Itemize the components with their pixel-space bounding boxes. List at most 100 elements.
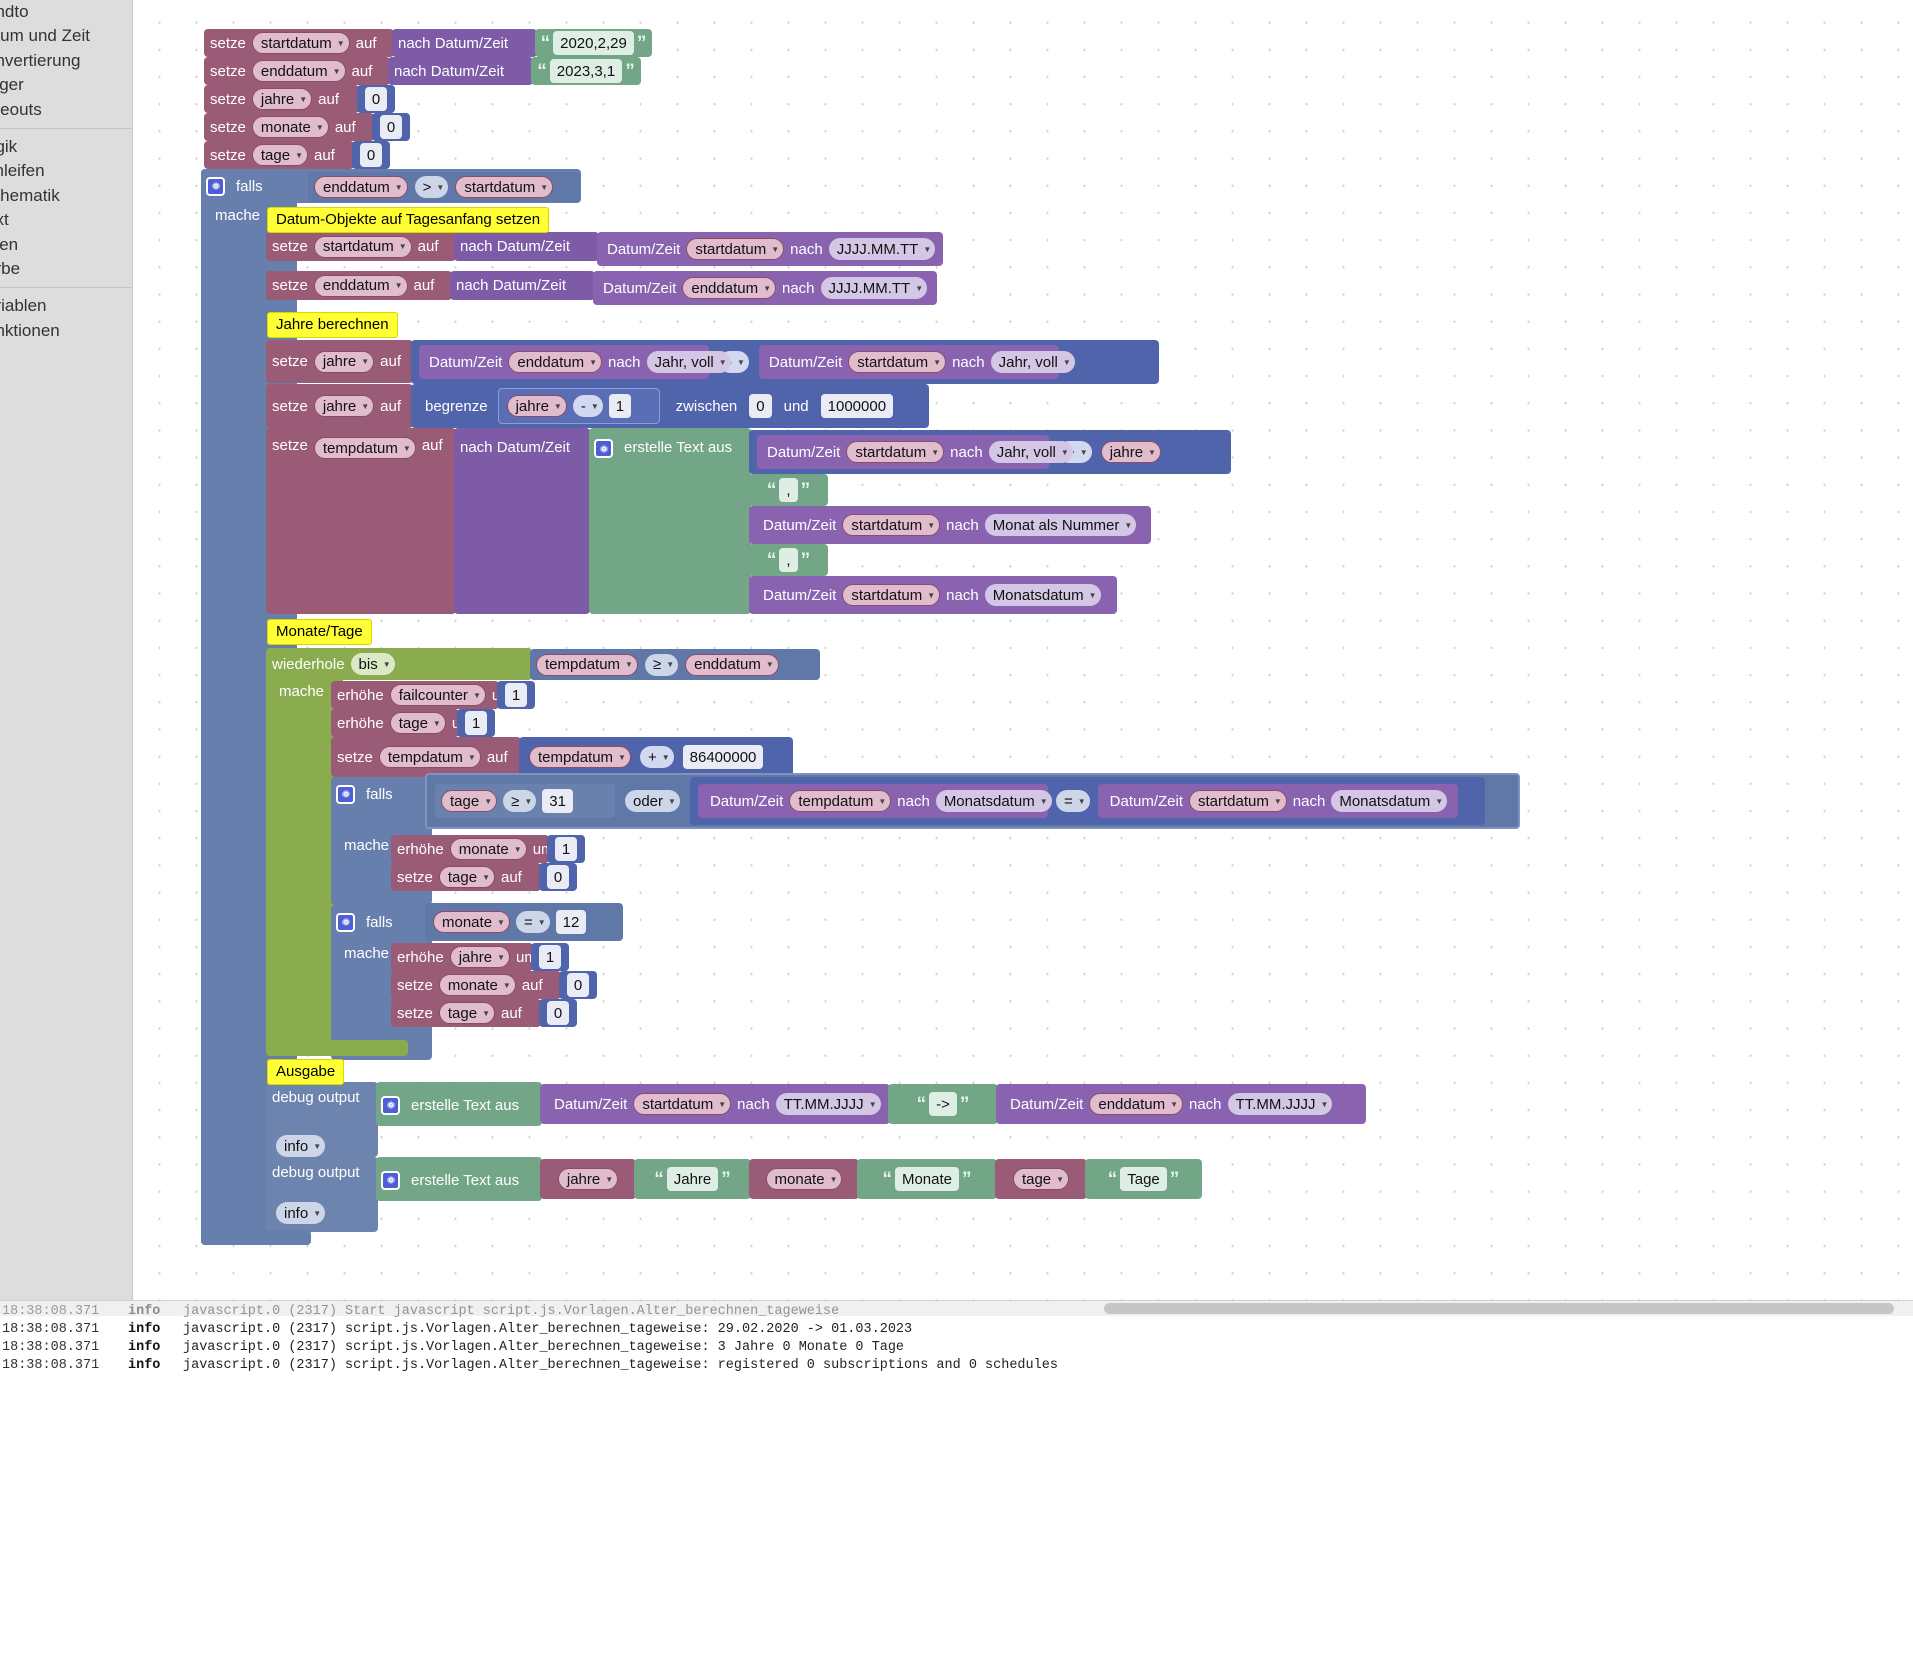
toolbox-item-mathematik[interactable]: athematik [0,184,132,208]
comma-literal[interactable]: , [779,548,798,572]
variable-dropdown-tempdatum[interactable]: tempdatum ▼ [529,746,631,768]
toolbox-item-sendto[interactable]: endto [0,0,132,24]
variable-dropdown-jahre[interactable]: jahre ▼ [313,395,375,417]
variable-dropdown-startdatum[interactable]: startdatum ▼ [633,1093,732,1115]
block-compare-temp-end[interactable]: tempdatum ▼ ≥ ▼ enddatum ▼ [530,649,820,680]
gear-icon[interactable] [594,439,613,458]
clamp-min-value[interactable]: 0 [749,394,772,418]
toolbox-item-konvertierung[interactable]: onvertierung [0,49,132,73]
variable-dropdown-tempdatum[interactable]: tempdatum ▼ [789,790,892,812]
block-increment-jahre[interactable]: erhöhe jahre ▼ um [391,943,537,971]
block-text-arrow[interactable]: “ -> ” [888,1084,998,1124]
number-value-31[interactable]: 31 [542,789,573,813]
variable-dropdown-enddatum[interactable]: enddatum ▼ [508,351,602,373]
variable-dropdown-startdatum[interactable]: startdatum ▼ [842,514,941,536]
variable-dropdown-startdatum[interactable]: startdatum ▼ [313,235,412,258]
variable-dropdown-tempdatum[interactable]: tempdatum ▼ [378,746,481,768]
variable-dropdown-tage[interactable]: tage ▼ [438,1002,495,1024]
variable-dropdown-tempdatum[interactable]: tempdatum ▼ [536,653,638,676]
variable-dropdown-startdatum[interactable]: startdatum ▼ [848,351,947,373]
variable-dropdown-enddatum[interactable]: enddatum ▼ [685,653,779,676]
block-datumzeit-start-monatsdatum[interactable]: Datum/Zeit startdatum ▼ nach Monatsdatum ▼ [1097,784,1458,818]
block-compare-monate-12[interactable]: monate ▼ = ▼ 12 [425,903,623,941]
toolbox-item-funktionen[interactable]: unktionen [0,319,132,343]
variable-dropdown-jahre[interactable]: jahre ▼ [506,395,567,417]
block-compare-dates[interactable]: enddatum ▼ > ▼ startdatum ▼ [308,172,580,202]
block-set-enddatum-truncate[interactable]: setze enddatum ▼ auf [266,271,452,300]
block-set-monate-zero[interactable]: setze monate ▼ auf [204,113,374,141]
operator-dropdown-gt[interactable]: > ▼ [414,176,449,198]
variable-dropdown-enddatum[interactable]: enddatum ▼ [1089,1093,1183,1115]
gear-icon[interactable] [206,176,225,196]
block-datumzeit-jahr-end[interactable]: Datum/Zeit enddatum ▼ nach Jahr, voll ▼ [419,345,731,379]
toolbox-item-variablen[interactable]: ariablen [0,294,132,318]
variable-dropdown-monate[interactable]: monate ▼ [251,116,329,138]
block-set-startdatum[interactable]: setze startdatum ▼ auf [204,29,394,57]
block-math-clamp[interactable]: begrenze jahre ▼ - ▼ 1 zwischen 0 und 1000… [411,384,929,428]
block-erstelle-text-aus-counts[interactable]: erstelle Text aus [376,1157,542,1201]
block-reset-tage[interactable]: setze tage ▼ auf [391,863,541,891]
number-value[interactable]: 0 [546,1001,570,1025]
block-increment-failcounter[interactable]: erhöhe failcounter▼ um [331,681,513,709]
block-compare-monatsdatum[interactable]: Datum/Zeit tempdatum ▼ nach Monatsdatum ▼ … [689,777,1485,825]
block-number-failcounter-step[interactable]: 1 [497,681,535,709]
block-datumzeit-monatsdatum-start[interactable]: Datum/Zeit startdatum ▼ nach Monatsdatum ▼ [749,576,1117,614]
variable-dropdown-tage[interactable]: tage ▼ [438,866,495,888]
number-value[interactable]: 0 [546,865,570,889]
toolbox-item-datum-und-zeit[interactable]: atum und Zeit [0,24,132,48]
block-datumzeit-start-jahr[interactable]: Datum/Zeit startdatum ▼ nach Jahr, voll ▼ [757,435,1073,469]
block-var-tage-out[interactable]: tage ▼ [995,1159,1087,1199]
variable-dropdown-monate[interactable]: monate ▼ [765,1168,843,1190]
block-datumzeit-format-start[interactable]: Datum/Zeit startdatum ▼ nach JJJJ.MM.TT ▼ [597,232,943,266]
format-dropdown-monat-als-nummer[interactable]: Monat als Nummer ▼ [984,514,1137,536]
block-text-comma-1[interactable]: “ , ” [749,474,828,506]
block-set-jahre-clamp[interactable]: setze jahre ▼ auf [266,384,413,428]
variable-dropdown-enddatum[interactable]: enddatum ▼ [313,274,408,297]
format-dropdown-jahr-voll[interactable]: Jahr, voll ▼ [988,441,1073,463]
number-value-day-ms[interactable]: 86400000 [682,745,764,769]
operator-dropdown-ge[interactable]: ≥ ▼ [503,790,537,812]
variable-dropdown-failcounter[interactable]: failcounter ▼ [389,684,486,706]
block-set-startdatum-truncate[interactable]: setze startdatum ▼ auf [266,232,456,261]
startdate-literal[interactable]: 2020,2,29 [553,31,634,55]
gear-icon[interactable] [336,784,355,804]
toolbox-item-listen[interactable]: sten [0,233,132,257]
number-value[interactable]: 0 [379,115,403,139]
variable-dropdown-tage[interactable]: tage ▼ [1012,1168,1070,1190]
log-row[interactable]: 18:38:08.371 info javascript.0 (2317) sc… [0,1339,1913,1357]
blockly-workspace[interactable]: setze startdatum ▼ auf nach Datum/Zeit “ … [133,0,1913,1300]
variable-dropdown-startdatum[interactable]: startdatum ▼ [842,584,941,606]
toolbox-item-trigger[interactable]: igger [0,73,132,97]
block-erstelle-text-aus-dates[interactable]: erstelle Text aus [376,1082,542,1126]
block-nach-datumzeit-3[interactable]: nach Datum/Zeit [454,232,599,261]
block-reset-tage-2[interactable]: setze tage ▼ auf [391,999,541,1027]
variable-dropdown-startdatum[interactable]: startdatum ▼ [251,32,350,54]
number-value[interactable]: 1 [504,683,528,707]
block-nach-datumzeit-temp[interactable]: nach Datum/Zeit [454,428,590,614]
variable-dropdown-startdatum[interactable]: startdatum ▼ [686,238,785,260]
blockly-toolbox[interactable]: endto atum und Zeit onvertierung igger m… [0,0,133,1300]
block-number-monate[interactable]: 0 [372,113,410,141]
variable-dropdown-enddatum[interactable]: enddatum ▼ [314,176,408,198]
comma-literal[interactable]: , [779,478,798,502]
block-compare-tage-31[interactable]: tage ▼ ≥ ▼ 31 [435,784,615,818]
block-set-jahre-zero[interactable]: setze jahre ▼ auf [204,85,359,113]
block-number-tage-reset[interactable]: 0 [539,863,577,891]
block-var-monate-out[interactable]: monate ▼ [749,1159,859,1199]
block-set-jahre-diff[interactable]: setze jahre ▼ auf [266,340,413,383]
block-nach-datumzeit-4[interactable]: nach Datum/Zeit [450,271,595,300]
variable-dropdown-startdatum[interactable]: startdatum ▼ [455,176,554,198]
variable-dropdown-monate[interactable]: monate ▼ [438,974,516,996]
block-set-tempdatum[interactable]: setze tempdatum ▼ auf [266,428,456,614]
operator-dropdown-oder[interactable]: oder ▼ [625,790,680,812]
block-datumzeit-format-end[interactable]: Datum/Zeit enddatum ▼ nach JJJJ.MM.TT ▼ [593,271,937,305]
format-dropdown-monatsdatum[interactable]: Monatsdatum ▼ [935,790,1052,812]
block-number-monate-reset[interactable]: 0 [559,971,597,999]
variable-dropdown-tempdatum[interactable]: tempdatum ▼ [313,437,416,459]
format-dropdown-monatsdatum[interactable]: Monatsdatum ▼ [984,584,1101,606]
clamp-max-value[interactable]: 1000000 [820,394,894,418]
operator-dropdown-eq[interactable]: = ▼ [1055,790,1090,812]
variable-dropdown-monate[interactable]: monate ▼ [449,838,527,860]
block-number-jahre[interactable]: 0 [357,85,395,113]
operator-dropdown-plus[interactable]: +▼ [639,746,674,768]
